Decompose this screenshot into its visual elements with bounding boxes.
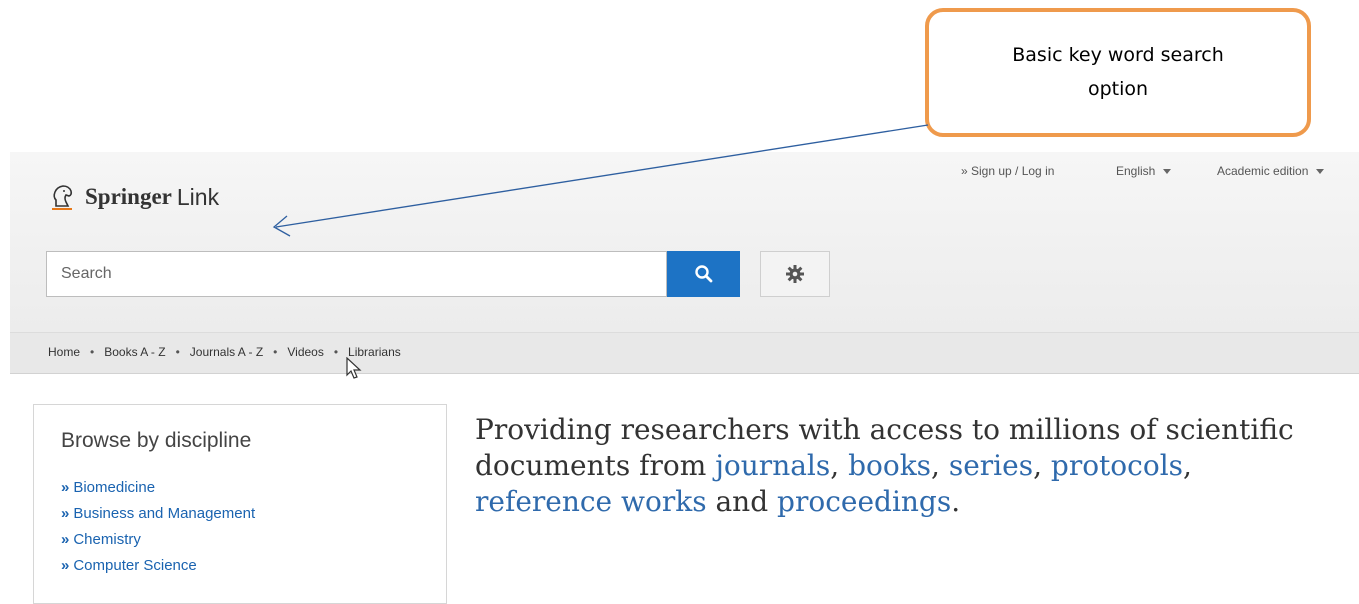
discipline-link[interactable]: » Computer Science	[61, 556, 255, 582]
reference-works-link[interactable]: reference works	[475, 485, 707, 518]
search-placeholder: Search	[61, 265, 112, 282]
bullet-icon: »	[61, 557, 70, 574]
edition-dropdown[interactable]: Academic edition	[1217, 164, 1325, 178]
nav-separator: •	[273, 345, 278, 359]
discipline-link[interactable]: » Chemistry	[61, 530, 255, 556]
books-link[interactable]: books	[848, 449, 931, 482]
browse-title: Browse by discipline	[61, 429, 252, 452]
site-header: Springer Link » Sign up / Log in English…	[10, 152, 1359, 332]
springer-horse-icon	[52, 185, 73, 210]
main-nav: Home • Books A - Z • Journals A - Z • Vi…	[10, 332, 1359, 374]
browse-by-discipline-panel: Browse by discipline » Biomedicine » Busin…	[33, 404, 447, 604]
nav-separator: •	[175, 345, 180, 359]
logo-brand: Springer	[85, 184, 172, 209]
search-button[interactable]	[667, 251, 740, 297]
nav-separator: •	[333, 345, 339, 359]
nav-separator: •	[90, 345, 95, 359]
mouse-cursor-icon	[346, 357, 362, 379]
nav-journals-a-z[interactable]: Journals A - Z	[190, 345, 263, 359]
language-label: English	[1116, 164, 1156, 178]
edition-label: Academic edition	[1217, 164, 1309, 178]
signup-login-link[interactable]: » Sign up / Log in	[961, 164, 1054, 178]
bullet-icon: »	[61, 505, 70, 522]
gear-icon	[786, 265, 804, 283]
advanced-search-button[interactable]	[760, 251, 830, 297]
nav-videos[interactable]: Videos	[287, 345, 323, 359]
bullet-icon: »	[61, 479, 70, 496]
discipline-link[interactable]: » Business and Management	[61, 504, 255, 530]
callout-line-1: Basic key word search	[1012, 44, 1224, 66]
series-link[interactable]: series	[949, 449, 1033, 482]
callout-line-2: option	[1087, 78, 1149, 100]
proceedings-link[interactable]: proceedings	[777, 485, 951, 518]
bullet-icon: »	[61, 531, 70, 548]
nav-books-a-z[interactable]: Books A - Z	[104, 345, 165, 359]
protocols-link[interactable]: protocols	[1051, 449, 1183, 482]
springer-logo[interactable]: Springer Link	[47, 182, 219, 212]
search-icon	[694, 265, 712, 283]
caret-down-icon	[1316, 168, 1325, 174]
search-input[interactable]: Search	[46, 251, 667, 297]
logo-suffix: Link	[176, 183, 220, 210]
nav-home[interactable]: Home	[48, 345, 80, 359]
annotation-callout: Basic key word search option	[925, 8, 1311, 137]
discipline-link[interactable]: » Biomedicine	[61, 478, 255, 504]
journals-link[interactable]: journals	[715, 449, 830, 482]
hero-tagline: Providing researchers with access to mil…	[475, 413, 1294, 518]
caret-down-icon	[1163, 168, 1172, 174]
language-dropdown[interactable]: English	[1116, 164, 1172, 178]
